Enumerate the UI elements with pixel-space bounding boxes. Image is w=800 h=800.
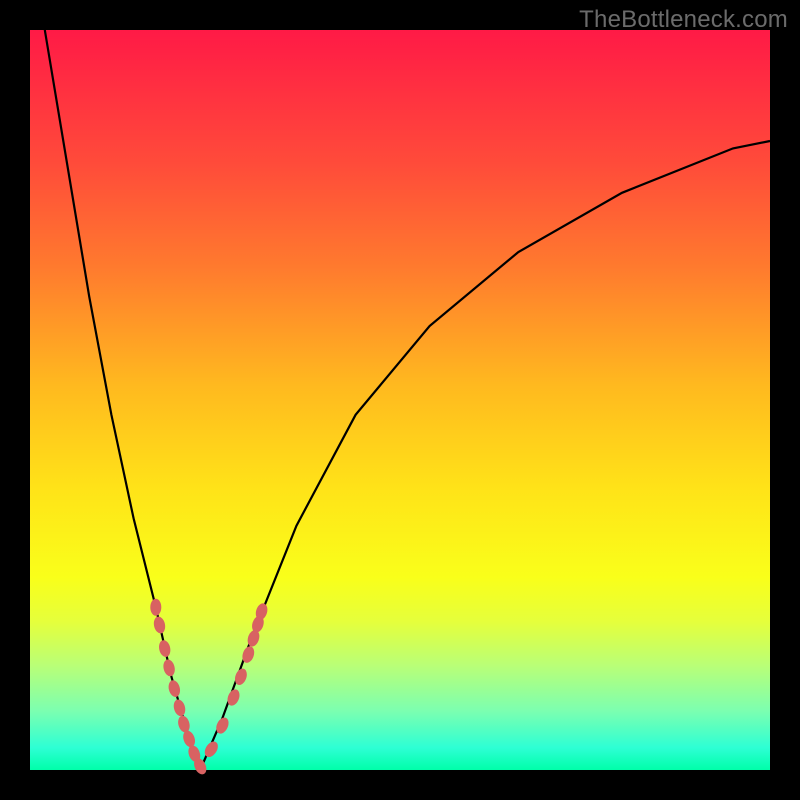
bead-point xyxy=(158,639,172,658)
bead-point xyxy=(202,739,220,759)
bead-point xyxy=(172,698,187,717)
chart-frame: TheBottleneck.com xyxy=(0,0,800,800)
bead-point xyxy=(167,679,182,698)
curve-left xyxy=(45,30,200,770)
chart-overlay xyxy=(30,30,770,770)
bead-point xyxy=(176,714,191,733)
bead-point xyxy=(152,616,166,635)
curve-right xyxy=(200,141,770,770)
plot-area xyxy=(30,30,770,770)
watermark-text: TheBottleneck.com xyxy=(579,6,788,34)
bead-point xyxy=(162,658,177,677)
bead-point xyxy=(150,599,161,616)
